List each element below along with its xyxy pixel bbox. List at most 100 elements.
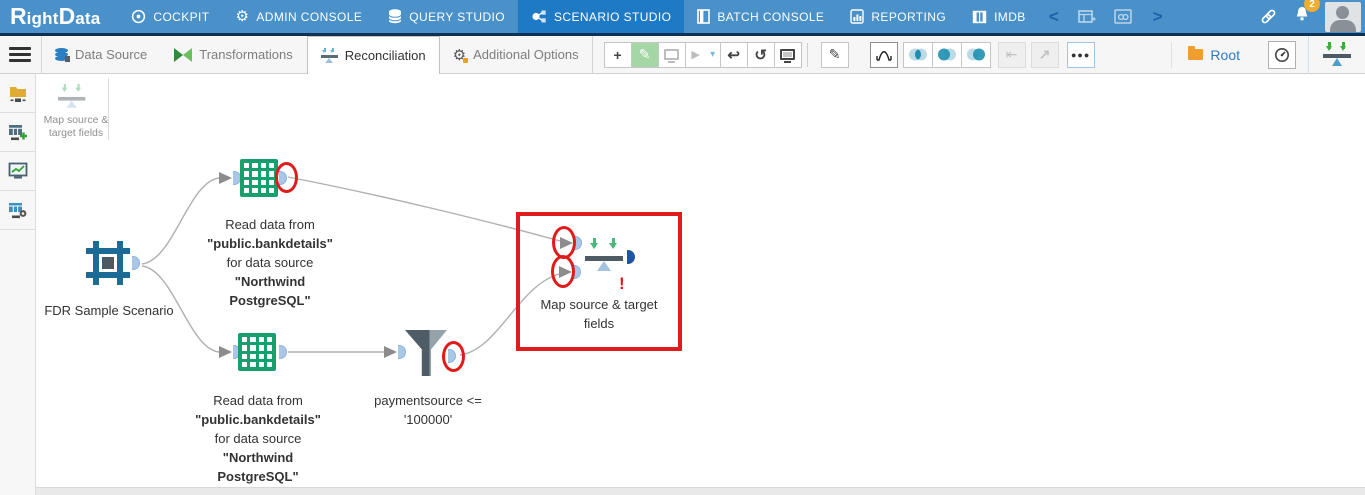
- notifications-bell-icon[interactable]: 2: [1293, 0, 1320, 28]
- sidebar-item-folder-network[interactable]: [0, 74, 35, 113]
- run-options-dropdown[interactable]: ▾: [705, 41, 721, 68]
- sidebar-item-add-scenario[interactable]: [0, 113, 35, 152]
- nav-item-imdb[interactable]: IMDB: [959, 0, 1039, 33]
- chevron-down-icon: ▾: [710, 49, 716, 60]
- nav-item-cockpit[interactable]: COCKPIT: [118, 0, 222, 33]
- filter-input-port[interactable]: [398, 345, 406, 359]
- undo-button[interactable]: ↩: [719, 41, 748, 68]
- tab-transformations[interactable]: Transformations: [161, 36, 306, 74]
- map-node-error-indicator[interactable]: !: [619, 274, 625, 294]
- nav-item-batch-console[interactable]: BATCH CONSOLE: [684, 0, 837, 33]
- logo-text: ata: [75, 9, 101, 28]
- read-bottom-output-port[interactable]: [279, 345, 287, 359]
- history-button[interactable]: ↺: [746, 41, 775, 68]
- venn-right-button[interactable]: [960, 41, 991, 68]
- collapse-panel-button[interactable]: ⇤: [997, 41, 1026, 68]
- venn-intersection-icon: [908, 48, 927, 61]
- filter-funnel-icon[interactable]: [405, 330, 447, 376]
- table-gear-icon: [8, 203, 26, 219]
- filter-node-label: paymentsource <= '100000': [358, 391, 498, 429]
- scenario-flow-icon: [531, 9, 547, 24]
- tab-data-source[interactable]: Data Source: [42, 36, 161, 74]
- nav-item-query-studio[interactable]: QUERY STUDIO: [375, 0, 518, 33]
- tab-reconciliation[interactable]: Reconciliation: [306, 35, 440, 74]
- curve-icon: [875, 51, 892, 61]
- label-line: "Northwind: [222, 450, 294, 465]
- logo-text: D: [58, 3, 76, 29]
- sidebar-item-scenario-settings[interactable]: [0, 191, 35, 230]
- add-button[interactable]: +: [603, 41, 632, 68]
- scenario-output-port[interactable]: [132, 256, 140, 270]
- history-icon: ↺: [754, 46, 767, 64]
- palette-label-line: Map source &: [43, 114, 109, 126]
- folder-network-icon: [9, 87, 26, 102]
- label-line: Read data from: [213, 393, 303, 408]
- scenario-node-label: FDR Sample Scenario: [44, 303, 174, 318]
- arrowhead: [219, 346, 232, 358]
- table-add-icon[interactable]: [1077, 9, 1096, 25]
- venn-right-icon: [966, 48, 985, 61]
- user-avatar[interactable]: [1325, 1, 1361, 32]
- data-source-db-icon: [55, 47, 70, 62]
- root-folder-breadcrumb[interactable]: Root: [1171, 41, 1256, 68]
- horizontal-scrollbar[interactable]: [36, 487, 1365, 495]
- label-line: PostgreSQL": [229, 293, 311, 308]
- edit-mode-button[interactable]: ✎: [630, 41, 659, 68]
- nav-item-scenario-studio[interactable]: SCENARIO STUDIO: [517, 0, 685, 33]
- nav-item-label: SCENARIO STUDIO: [553, 9, 672, 24]
- window-link-icon[interactable]: [1113, 9, 1132, 24]
- distribution-curve-button[interactable]: [869, 41, 898, 68]
- label-line: "Northwind: [234, 274, 306, 289]
- run-button[interactable]: ▶: [684, 41, 707, 68]
- chevron-right-icon[interactable]: >: [1143, 7, 1173, 27]
- play-icon: ▶: [691, 49, 700, 61]
- tab-additional-options[interactable]: ⚙ Additional Options: [440, 35, 593, 74]
- execution-monitor-button[interactable]: [773, 41, 802, 68]
- gear-icon: ⚙: [235, 8, 250, 25]
- nav-item-admin-console[interactable]: ⚙ ADMIN CONSOLE: [223, 0, 376, 33]
- nav-item-label: IMDB: [994, 9, 1026, 24]
- label-line: Map source & target: [540, 297, 658, 312]
- notes-button[interactable]: ✎: [820, 41, 849, 68]
- left-sidebar: [0, 74, 36, 495]
- filter-output-port[interactable]: [448, 349, 456, 363]
- batch-console-icon: [697, 9, 711, 24]
- read-top-table-icon[interactable]: [240, 159, 278, 197]
- gauge-button[interactable]: [1268, 40, 1296, 69]
- rightdata-logo[interactable]: Right Data: [0, 3, 118, 30]
- database-icon: [388, 9, 402, 24]
- external-link-icon: ↗: [1038, 46, 1051, 62]
- pencil-icon: ✎: [638, 46, 651, 62]
- reconciliation-tool-slot[interactable]: [1308, 35, 1365, 74]
- map-node-scale-icon[interactable]: [585, 238, 623, 274]
- read-bottom-table-icon[interactable]: [238, 333, 276, 371]
- open-external-button[interactable]: ↗: [1030, 41, 1059, 68]
- monitor-view-button[interactable]: [657, 41, 686, 68]
- chevron-left-icon[interactable]: <: [1039, 7, 1069, 27]
- venn-left-button[interactable]: [931, 41, 962, 68]
- sidebar-item-monitor-results[interactable]: [0, 152, 35, 191]
- arrowhead: [560, 237, 573, 249]
- arrowhead: [384, 346, 397, 358]
- read-top-node-label: Read data from "public.bankdetails" for …: [184, 215, 356, 310]
- map-fields-palette-icon: [58, 84, 86, 110]
- hamburger-menu-icon[interactable]: [9, 44, 31, 65]
- nav-item-label: ADMIN CONSOLE: [256, 9, 363, 24]
- logo-text: ight: [26, 9, 59, 28]
- more-options-button[interactable]: ●●●: [1066, 41, 1095, 68]
- nav-item-reporting[interactable]: REPORTING: [837, 0, 959, 33]
- label-line: Read data from: [225, 217, 315, 232]
- flow-canvas[interactable]: Map source & target fields FDR Sample Sc…: [36, 74, 1365, 495]
- map-input-port-2[interactable]: [573, 265, 581, 279]
- venn-intersection-button[interactable]: [902, 41, 933, 68]
- map-input-port-1[interactable]: [574, 236, 582, 250]
- map-output-port[interactable]: [627, 250, 635, 264]
- studio-toolbar: Data Source Transformations Reconciliati…: [0, 35, 1365, 74]
- annotation-ellipse-map-input-1: [552, 226, 576, 259]
- scenario-node-icon[interactable]: [86, 241, 130, 285]
- tab-label: Transformations: [199, 47, 293, 62]
- plus-icon: +: [613, 46, 622, 63]
- toolbar-separator: [806, 42, 808, 67]
- read-top-output-port[interactable]: [279, 171, 287, 185]
- link-icon[interactable]: [1260, 8, 1277, 25]
